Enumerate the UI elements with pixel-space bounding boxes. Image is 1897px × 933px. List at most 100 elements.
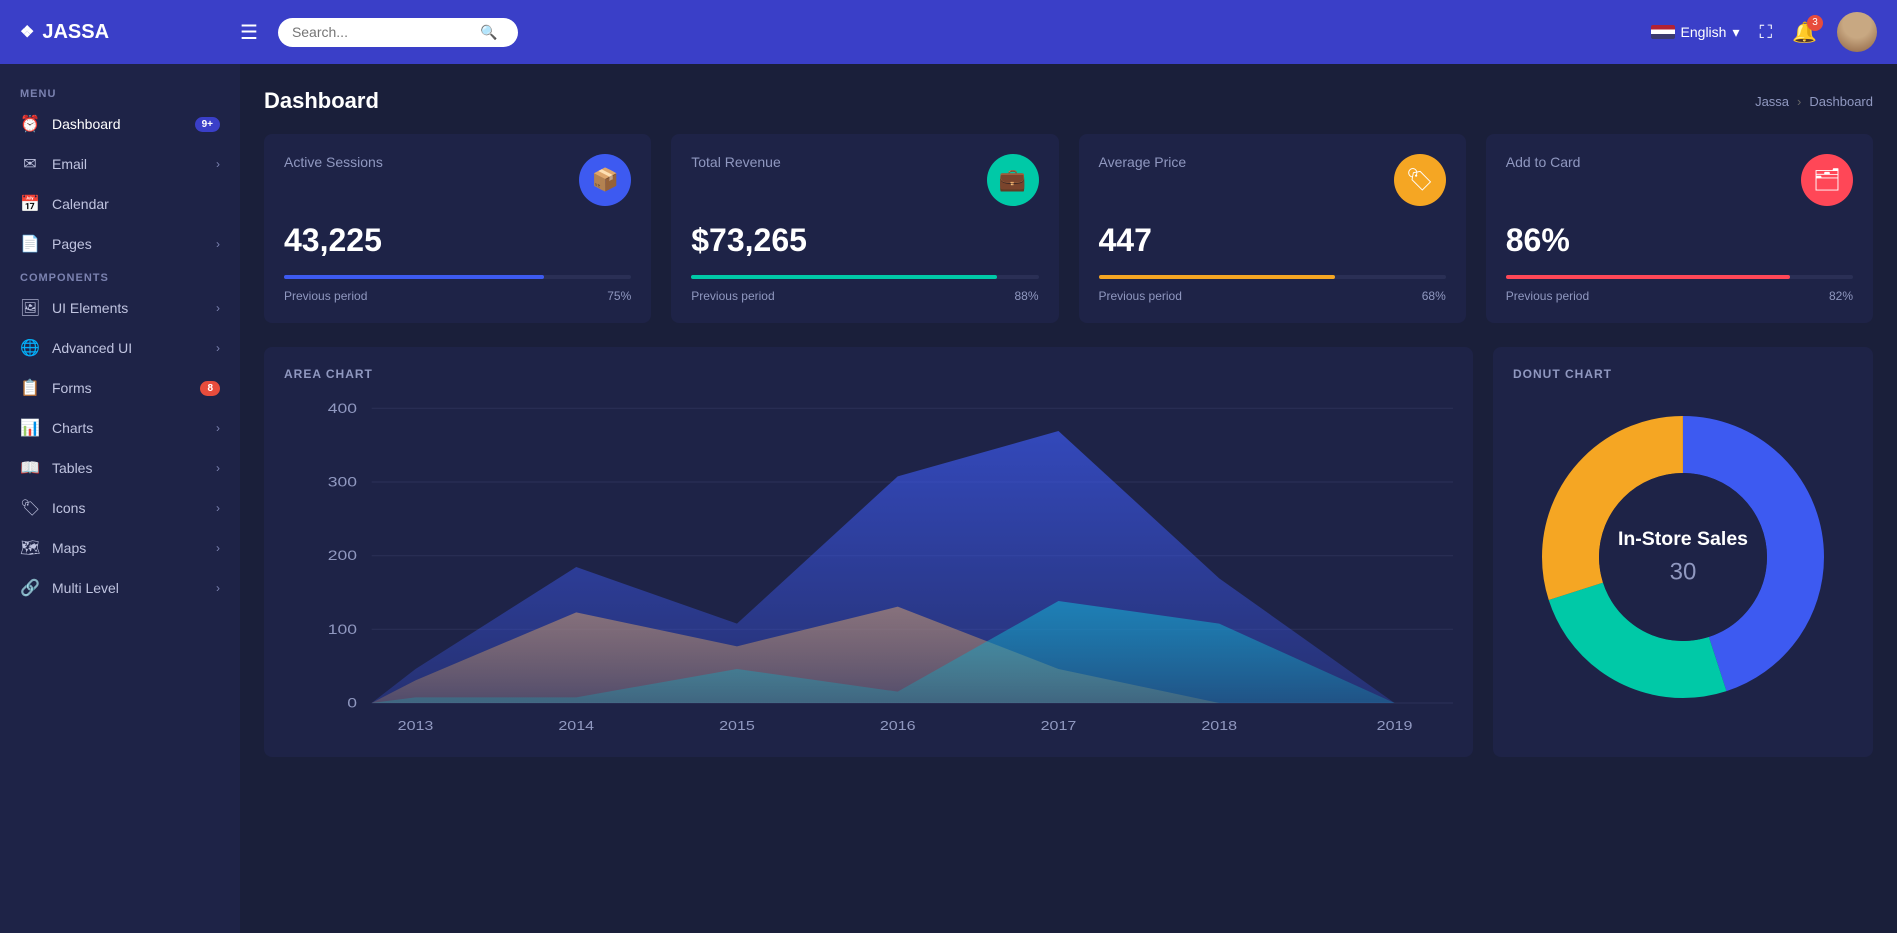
- charts-arrow-icon: ›: [216, 421, 220, 435]
- sidebar-label-calendar: Calendar: [52, 196, 220, 212]
- search-input[interactable]: [292, 24, 472, 40]
- svg-text:2013: 2013: [398, 720, 434, 734]
- svg-text:2014: 2014: [558, 720, 594, 734]
- menu-toggle-button[interactable]: ☰: [240, 20, 258, 45]
- sidebar-label-tables: Tables: [52, 460, 204, 476]
- stat-footer-4: Previous period 82%: [1506, 289, 1853, 303]
- topnav-right: English ▾ ⛶ 🔔 3: [1651, 12, 1877, 52]
- language-selector[interactable]: English ▾: [1651, 24, 1740, 41]
- sidebar-item-ui-elements[interactable]: 🖼 UI Elements ›: [0, 288, 240, 328]
- ui-elements-arrow-icon: ›: [216, 301, 220, 315]
- stat-label-3: Average Price: [1099, 154, 1187, 170]
- svg-text:200: 200: [328, 549, 358, 564]
- svg-text:In-Store Sales: In-Store Sales: [1618, 528, 1748, 550]
- sidebar-item-icons[interactable]: 🏷 Icons ›: [0, 488, 240, 528]
- sidebar-label-ui-elements: UI Elements: [52, 300, 204, 316]
- sidebar-label-multi-level: Multi Level: [52, 580, 204, 596]
- sidebar-item-forms[interactable]: 📋 Forms 8: [0, 368, 240, 408]
- charts-icon: 📊: [20, 418, 40, 438]
- brand: ❖ JASSA: [20, 21, 220, 44]
- pages-arrow-icon: ›: [216, 237, 220, 251]
- sidebar-item-email[interactable]: ✉ Email ›: [0, 144, 240, 184]
- ui-elements-icon: 🖼: [20, 298, 40, 318]
- forms-badge: 8: [200, 381, 220, 396]
- sidebar-label-maps: Maps: [52, 540, 204, 556]
- stat-card-average-price: Average Price 🏷 447 Previous period 68%: [1079, 134, 1466, 323]
- brand-name: JASSA: [42, 21, 109, 44]
- brand-icon: ❖: [20, 22, 34, 42]
- stat-cards-grid: Active Sessions 📦 43,225 Previous period…: [264, 134, 1873, 323]
- stat-pct-3: 68%: [1422, 289, 1446, 303]
- sidebar-item-multi-level[interactable]: 🔗 Multi Level ›: [0, 568, 240, 608]
- user-avatar[interactable]: [1837, 12, 1877, 52]
- tables-arrow-icon: ›: [216, 461, 220, 475]
- stat-prev-label-3: Previous period: [1099, 289, 1182, 303]
- maps-icon: 🗺: [20, 538, 40, 558]
- sidebar-item-pages[interactable]: 📄 Pages ›: [0, 224, 240, 264]
- dashboard-badge: 9+: [195, 117, 220, 132]
- svg-text:2019: 2019: [1377, 720, 1413, 734]
- sidebar: MENU ⏰ Dashboard 9+ ✉ Email › 📅 Calendar…: [0, 64, 240, 933]
- stat-value-4: 86%: [1506, 222, 1853, 259]
- stat-progress-bar-2: [691, 275, 1038, 279]
- stat-card-header-2: Total Revenue 💼: [691, 154, 1038, 206]
- search-bar[interactable]: 🔍: [278, 18, 518, 47]
- fullscreen-button[interactable]: ⛶: [1759, 22, 1772, 43]
- area-chart-title: AREA CHART: [284, 367, 1453, 381]
- area-chart-container: 400 300 200 100 0 2013 2014 2015 2016 20…: [284, 397, 1453, 737]
- stat-icon-2: 💼: [987, 154, 1039, 206]
- email-icon: ✉: [20, 154, 40, 174]
- svg-text:2016: 2016: [880, 720, 916, 734]
- breadcrumb: Jassa › Dashboard: [1755, 94, 1873, 109]
- icons-icon: 🏷: [20, 498, 40, 518]
- sidebar-label-charts: Charts: [52, 420, 204, 436]
- stat-prev-label-4: Previous period: [1506, 289, 1589, 303]
- sidebar-item-calendar[interactable]: 📅 Calendar: [0, 184, 240, 224]
- sidebar-label-pages: Pages: [52, 236, 204, 252]
- search-icon: 🔍: [480, 24, 497, 41]
- stat-progress-fill-2: [691, 275, 997, 279]
- stat-prev-label-1: Previous period: [284, 289, 367, 303]
- avatar-image: [1837, 12, 1877, 52]
- breadcrumb-home: Jassa: [1755, 94, 1789, 109]
- stat-label-4: Add to Card: [1506, 154, 1581, 170]
- sidebar-item-maps[interactable]: 🗺 Maps ›: [0, 528, 240, 568]
- stat-footer-1: Previous period 75%: [284, 289, 631, 303]
- stat-progress-bar-4: [1506, 275, 1853, 279]
- page-title: Dashboard: [264, 88, 379, 114]
- stat-pct-4: 82%: [1829, 289, 1853, 303]
- main-layout: MENU ⏰ Dashboard 9+ ✉ Email › 📅 Calendar…: [0, 64, 1897, 933]
- stat-value-2: $73,265: [691, 222, 1038, 259]
- icons-arrow-icon: ›: [216, 501, 220, 515]
- stat-pct-2: 88%: [1014, 289, 1038, 303]
- sidebar-item-tables[interactable]: 📖 Tables ›: [0, 448, 240, 488]
- svg-text:300: 300: [328, 475, 358, 490]
- stat-icon-3: 🏷: [1394, 154, 1446, 206]
- donut-chart-card: DONUT CHART In-Store Sales: [1493, 347, 1873, 757]
- svg-text:400: 400: [328, 402, 358, 417]
- sidebar-item-advanced-ui[interactable]: 🌐 Advanced UI ›: [0, 328, 240, 368]
- maps-arrow-icon: ›: [216, 541, 220, 555]
- advanced-ui-icon: 🌐: [20, 338, 40, 358]
- main-content: Dashboard Jassa › Dashboard Active Sessi…: [240, 64, 1897, 933]
- sidebar-item-charts[interactable]: 📊 Charts ›: [0, 408, 240, 448]
- sidebar-item-dashboard[interactable]: ⏰ Dashboard 9+: [0, 104, 240, 144]
- donut-chart-svg: In-Store Sales 30: [1533, 407, 1833, 707]
- stat-card-active-sessions: Active Sessions 📦 43,225 Previous period…: [264, 134, 651, 323]
- stat-prev-label-2: Previous period: [691, 289, 774, 303]
- svg-text:0: 0: [347, 696, 357, 711]
- forms-icon: 📋: [20, 378, 40, 398]
- multi-level-icon: 🔗: [20, 578, 40, 598]
- breadcrumb-separator: ›: [1797, 94, 1801, 109]
- dashboard-icon: ⏰: [20, 114, 40, 134]
- stat-footer-3: Previous period 68%: [1099, 289, 1446, 303]
- stat-icon-4: 🗂: [1801, 154, 1853, 206]
- stat-value-1: 43,225: [284, 222, 631, 259]
- stat-label-1: Active Sessions: [284, 154, 383, 170]
- stat-label-2: Total Revenue: [691, 154, 781, 170]
- pages-icon: 📄: [20, 234, 40, 254]
- charts-row: AREA CHART 400 300 200 100 0: [264, 347, 1873, 757]
- flag-icon: [1651, 25, 1675, 39]
- notifications-button[interactable]: 🔔 3: [1792, 20, 1817, 45]
- svg-text:2015: 2015: [719, 720, 755, 734]
